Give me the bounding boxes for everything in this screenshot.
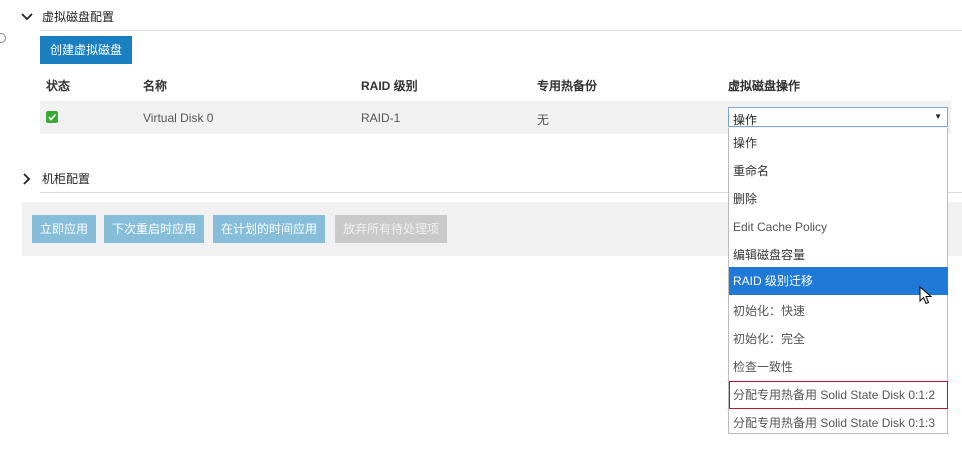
option-init-full[interactable]: 初始化：完全 [729, 325, 948, 353]
option-edit-capacity[interactable]: 编辑磁盘容量 [729, 241, 948, 269]
edge-radio-fragment [0, 33, 6, 43]
vd-action-select[interactable]: 操作 ▼ [728, 107, 948, 127]
section-title: 机柜配置 [42, 172, 91, 186]
create-virtual-disk-button[interactable]: 创建虚拟磁盘 [40, 36, 133, 64]
apply-next-reboot-button[interactable]: 下次重启时应用 [104, 215, 205, 243]
apply-scheduled-button[interactable]: 在计划的时间应用 [213, 215, 326, 243]
row-hot-spare: 无 [537, 113, 550, 127]
select-value: 操作 [733, 113, 758, 127]
dropdown-arrow-icon: ▼ [934, 112, 942, 121]
column-header-vd-actions: 虚拟磁盘操作 [728, 79, 801, 93]
mouse-pointer-icon [919, 285, 933, 309]
chevron-right-icon [20, 172, 34, 186]
column-header-raid-level: RAID 级别 [361, 79, 418, 93]
option-assign-hot-spare-013[interactable]: 分配专用热备用 Solid State Disk 0:1:3 [729, 409, 948, 437]
vd-action-dropdown: 操作 重命名 删除 Edit Cache Policy 编辑磁盘容量 RAID … [728, 128, 948, 434]
row-raid-level: RAID-1 [361, 111, 401, 125]
column-header-name: 名称 [143, 79, 168, 93]
option-init-fast[interactable]: 初始化：快速 [729, 297, 948, 325]
discard-pending-button[interactable]: 放弃所有待处理项 [335, 215, 448, 243]
option-assign-hot-spare-012[interactable]: 分配专用热备用 Solid State Disk 0:1:2 [729, 381, 948, 409]
option-actions[interactable]: 操作 [729, 129, 948, 157]
section-divider [40, 30, 962, 31]
chevron-down-icon [20, 10, 34, 24]
option-rename[interactable]: 重命名 [729, 157, 948, 185]
option-delete[interactable]: 删除 [729, 185, 948, 213]
virtual-disk-section-header[interactable]: 虚拟磁盘配置 [20, 8, 114, 25]
row-name: Virtual Disk 0 [143, 111, 214, 125]
status-ok-icon [46, 111, 58, 123]
option-check-consistency[interactable]: 检查一致性 [729, 353, 948, 381]
apply-now-button[interactable]: 立即应用 [32, 215, 97, 243]
column-header-hot-spare: 专用热备份 [537, 79, 598, 93]
option-edit-cache-policy[interactable]: Edit Cache Policy [729, 213, 948, 241]
option-raid-migration[interactable]: RAID 级别迁移 [729, 267, 948, 295]
section-title: 虚拟磁盘配置 [42, 10, 115, 24]
enclosure-section-header[interactable]: 机柜配置 [20, 170, 90, 187]
column-header-status: 状态 [46, 79, 71, 93]
